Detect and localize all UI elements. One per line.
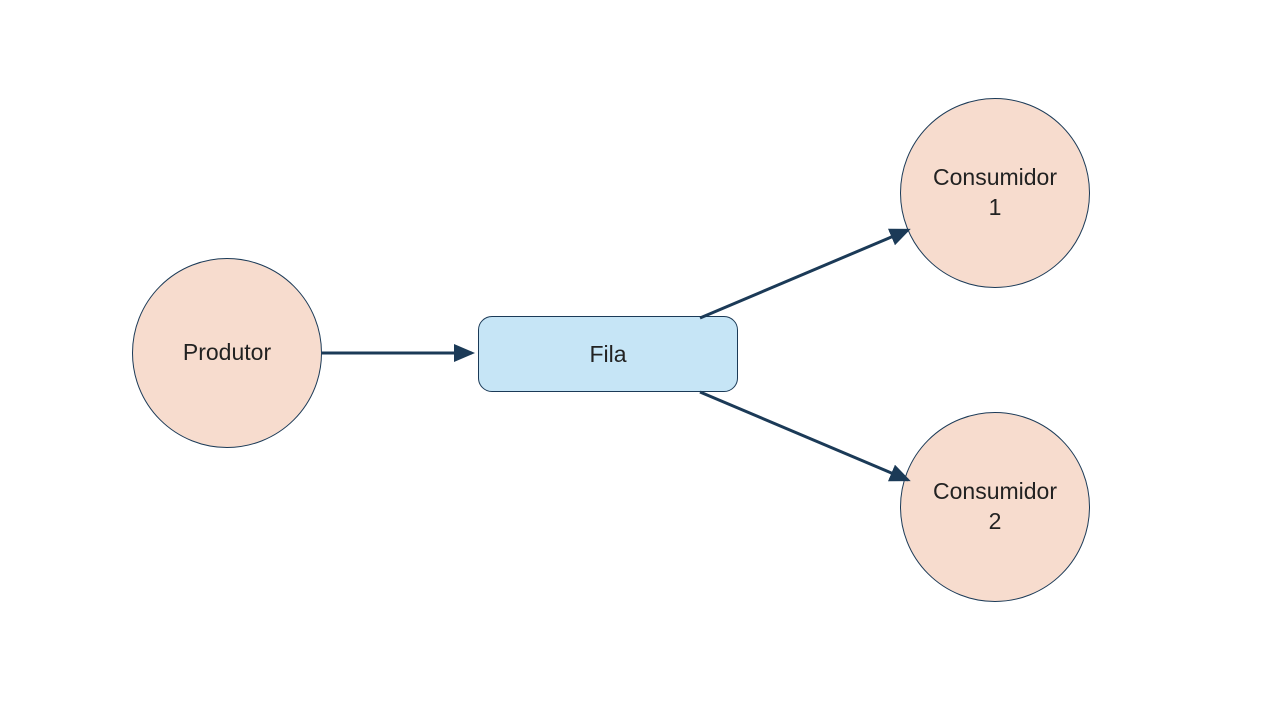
- consumer1-node: Consumidor 1: [900, 98, 1090, 288]
- producer-node: Produtor: [132, 258, 322, 448]
- arrow-fila-consumidor2: [700, 392, 908, 480]
- queue-label: Fila: [589, 341, 626, 368]
- consumer2-node: Consumidor 2: [900, 412, 1090, 602]
- queue-node: Fila: [478, 316, 738, 392]
- producer-label: Produtor: [183, 338, 271, 368]
- consumer1-label: Consumidor: [933, 164, 1057, 190]
- consumer2-label: Consumidor: [933, 478, 1057, 504]
- arrow-fila-consumidor1: [700, 230, 908, 318]
- consumer1-sub: 1: [989, 194, 1002, 220]
- consumer2-sub: 2: [989, 508, 1002, 534]
